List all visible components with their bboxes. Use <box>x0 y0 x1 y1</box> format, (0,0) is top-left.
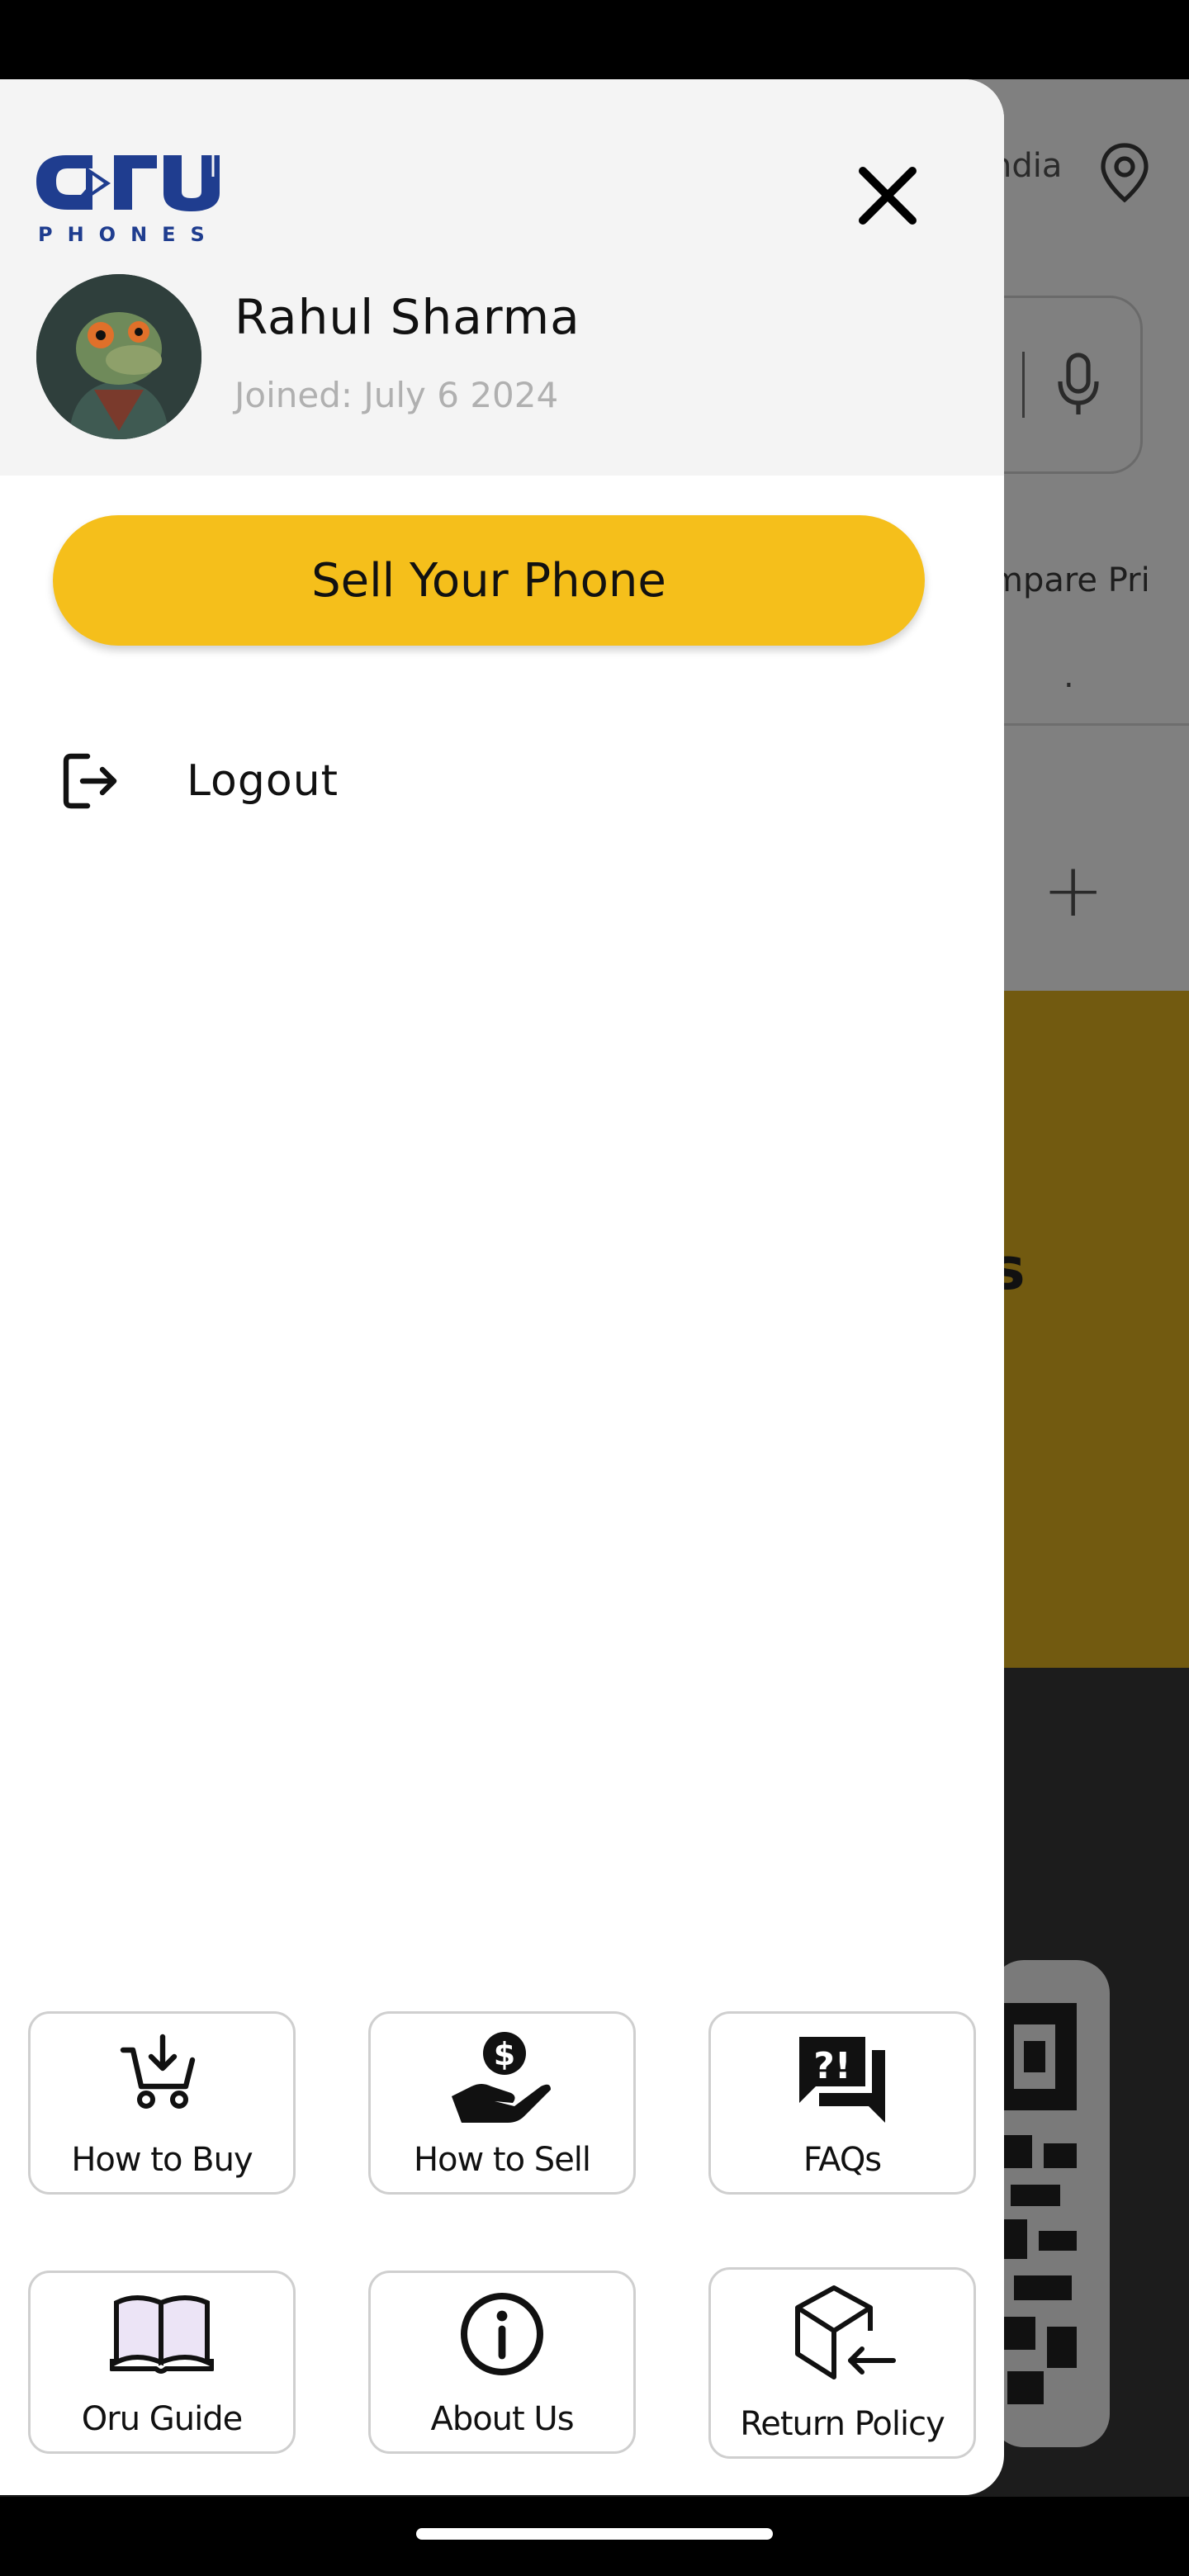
return-policy-tile[interactable]: Return Policy <box>708 2267 976 2459</box>
background-dot: . <box>1063 657 1074 695</box>
about-us-label: About Us <box>430 2400 574 2438</box>
sell-your-phone-button[interactable]: Sell Your Phone <box>53 515 925 646</box>
avatar[interactable] <box>36 274 201 439</box>
background-tab-label: mpare Pri <box>991 561 1150 599</box>
background-search-divider <box>1022 352 1025 418</box>
return-policy-label: Return Policy <box>740 2405 945 2443</box>
home-indicator[interactable] <box>416 2528 773 2540</box>
faq-icon: ?! <box>793 2030 892 2129</box>
side-drawer: PHONES Rahul Sharma Joined: July 6 2024 … <box>0 79 1004 2495</box>
cart-icon <box>116 2030 207 2116</box>
svg-text:?!: ?! <box>813 2045 851 2087</box>
oru-phones-logo: PHONES <box>35 147 236 249</box>
about-us-tile[interactable]: About Us <box>368 2271 636 2454</box>
logout-icon <box>50 740 132 822</box>
hand-dollar-icon: $ <box>448 2030 556 2129</box>
svg-text:$: $ <box>494 2036 515 2072</box>
how-to-buy-label: How to Buy <box>71 2141 253 2179</box>
location-pin-icon <box>1098 142 1151 208</box>
qr-code-icon <box>1002 2003 1077 2419</box>
return-box-icon <box>784 2281 900 2392</box>
close-icon <box>856 164 919 230</box>
how-to-sell-tile[interactable]: $ How to Sell <box>368 2011 636 2195</box>
status-bar <box>0 0 1189 79</box>
oru-guide-label: Oru Guide <box>81 2400 243 2438</box>
how-to-buy-tile[interactable]: How to Buy <box>28 2011 296 2195</box>
joined-date: Joined: July 6 2024 <box>234 375 559 415</box>
user-name: Rahul Sharma <box>234 289 580 345</box>
logout-label: Logout <box>187 756 339 806</box>
background-plus-icon: + <box>1042 847 1105 934</box>
oru-guide-tile[interactable]: Oru Guide <box>28 2271 296 2454</box>
book-icon <box>109 2290 215 2379</box>
how-to-sell-label: How to Sell <box>413 2141 591 2179</box>
microphone-icon <box>1055 352 1101 421</box>
info-icon <box>457 2290 547 2382</box>
faqs-tile[interactable]: ?! FAQs <box>708 2011 976 2195</box>
faqs-label: FAQs <box>803 2141 882 2179</box>
logout-item[interactable]: Logout <box>50 740 628 822</box>
close-button[interactable] <box>850 160 925 234</box>
logo-subtitle: PHONES <box>38 223 220 246</box>
